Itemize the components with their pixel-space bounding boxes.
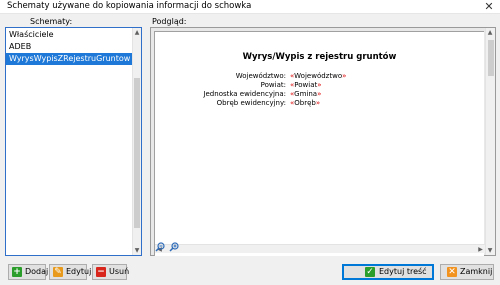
schemes-list[interactable]: Właściciele ADEB WyrysWypisZRejestruGrun… xyxy=(5,27,142,256)
minus-icon: − xyxy=(96,267,106,277)
list-item-wlasciciele[interactable]: Właściciele xyxy=(6,29,132,41)
field-placeholder: Powiat xyxy=(294,81,318,89)
edit-content-button-label: Edytuj treść xyxy=(379,267,427,276)
zoom-in-icon[interactable] xyxy=(169,242,179,252)
preview-label: Podgląd: xyxy=(152,17,187,26)
placeholder-close-quote: » xyxy=(342,72,347,80)
edit-button-label: Edytuj xyxy=(66,267,92,276)
schemes-label: Schematy: xyxy=(30,17,73,26)
field-label: Obręb ewidencyjny: xyxy=(216,99,286,107)
list-item-label: Właściciele xyxy=(9,30,54,39)
delete-button[interactable]: − Usuń xyxy=(92,264,130,280)
preview-vertical-scrollbar[interactable]: ▲ ▼ xyxy=(485,28,495,255)
placeholder-close-quote: » xyxy=(317,81,322,89)
close-button-label: Zamknij xyxy=(460,267,493,276)
title-bar: Schematy używane do kopiowania informacj… xyxy=(0,0,500,14)
field-placeholder: Województwo xyxy=(294,72,343,80)
zoom-out-icon[interactable] xyxy=(155,242,165,252)
delete-button-label: Usuń xyxy=(109,267,130,276)
document-title: Wyrys/Wypis z rejestru gruntów xyxy=(242,52,397,62)
placeholder-close-quote: » xyxy=(317,90,322,98)
check-icon: ✓ xyxy=(365,267,375,277)
edit-button[interactable]: ✎ Edytuj xyxy=(49,264,91,280)
list-item-label: ADEB xyxy=(9,42,32,51)
field-placeholder: Obręb xyxy=(294,99,316,107)
field-value: «Obręb» xyxy=(290,98,320,108)
close-button[interactable]: ✕ Zamknij xyxy=(440,264,494,280)
preview-horizontal-scrollbar[interactable]: ◀ ▶ xyxy=(155,244,485,253)
scroll-thumb[interactable] xyxy=(134,78,140,228)
window-title: Schematy używane do kopiowania informacj… xyxy=(7,1,252,11)
list-item-wyryswypis[interactable]: WyrysWypisZRejestruGruntow xyxy=(6,53,132,65)
scroll-up-icon[interactable]: ▲ xyxy=(486,28,494,37)
add-button[interactable]: + Dodaj xyxy=(8,264,49,280)
list-item-label: WyrysWypisZRejestruGruntow xyxy=(9,54,131,63)
scroll-up-icon[interactable]: ▲ xyxy=(133,28,141,37)
scroll-down-icon[interactable]: ▼ xyxy=(133,246,141,255)
schemes-list-scrollbar[interactable]: ▲ ▼ xyxy=(132,28,141,255)
plus-icon: + xyxy=(12,267,22,277)
field-row-obreb: Obręb ewidencyjny: «Obręb» xyxy=(155,98,485,108)
scroll-right-icon[interactable]: ▶ xyxy=(476,245,485,254)
scroll-thumb[interactable] xyxy=(488,40,494,76)
x-icon: ✕ xyxy=(447,267,457,277)
placeholder-close-quote: » xyxy=(315,99,321,107)
edit-content-button[interactable]: ✓ Edytuj treść xyxy=(342,264,434,280)
scroll-down-icon[interactable]: ▼ xyxy=(486,246,494,255)
field-placeholder: Gmina xyxy=(294,90,318,98)
pencil-icon: ✎ xyxy=(53,267,63,277)
close-icon[interactable]: ✕ xyxy=(482,0,496,13)
preview-page: Wyrys/Wypis z rejestru gruntów Województ… xyxy=(154,31,485,256)
preview-panel: Wyrys/Wypis z rejestru gruntów Województ… xyxy=(150,27,496,256)
list-item-adeb[interactable]: ADEB xyxy=(6,41,132,53)
add-button-label: Dodaj xyxy=(25,267,49,276)
